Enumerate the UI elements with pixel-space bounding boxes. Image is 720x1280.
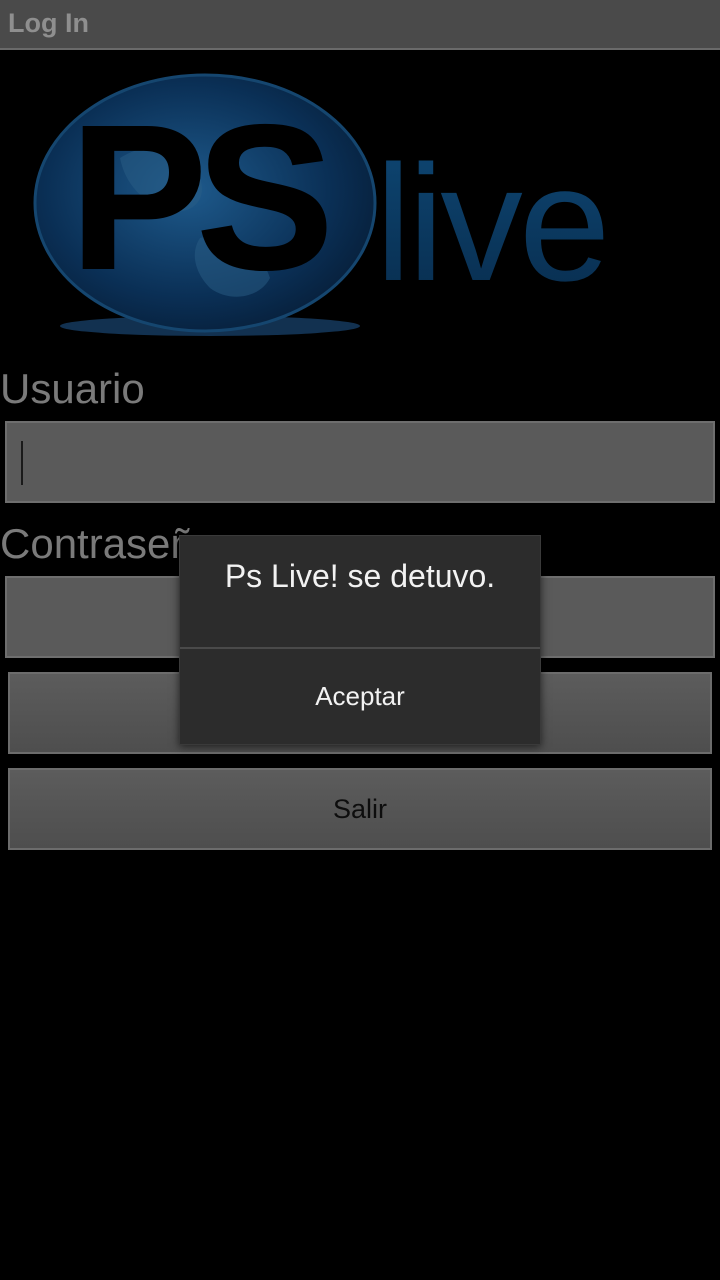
error-dialog: Ps Live! se detuvo. Aceptar bbox=[179, 535, 541, 745]
logo-live-text: live bbox=[375, 131, 607, 315]
text-cursor bbox=[21, 441, 23, 485]
action-bar: Log In bbox=[0, 0, 720, 50]
username-field[interactable] bbox=[5, 421, 715, 503]
login-screen: Log In PS live Usuario Contraseña Salir bbox=[0, 0, 720, 1280]
app-title: Log In bbox=[8, 8, 89, 38]
username-label: Usuario bbox=[0, 365, 145, 412]
accept-button[interactable]: Aceptar bbox=[180, 649, 540, 744]
exit-button[interactable]: Salir bbox=[8, 768, 712, 850]
logo-ps-text: PS bbox=[70, 83, 326, 312]
pslive-logo: PS live bbox=[33, 73, 611, 336]
dialog-message: Ps Live! se detuvo. bbox=[224, 558, 496, 594]
